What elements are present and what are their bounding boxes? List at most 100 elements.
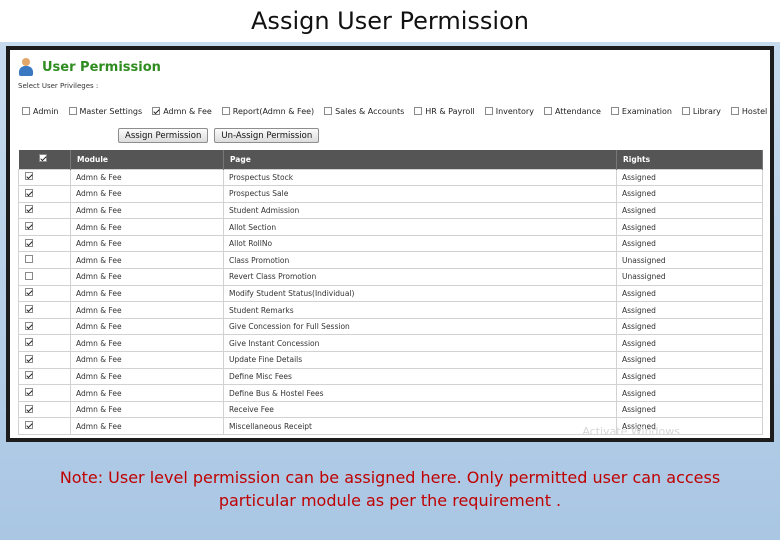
cell-page: Miscellaneous Receipt bbox=[223, 417, 617, 435]
privileges-checkbox-group: Admin Master Settings Admn & Fee Report(Adm… bbox=[22, 104, 770, 118]
row-checkbox[interactable] bbox=[25, 404, 33, 413]
row-checkbox[interactable] bbox=[25, 371, 33, 380]
privilege-label: Report(Admn & Fee) bbox=[232, 106, 315, 116]
privilege-label: Sales & Accounts bbox=[335, 106, 405, 116]
cell-rights: Assigned bbox=[616, 384, 763, 402]
privilege-option[interactable]: Library bbox=[681, 107, 721, 116]
privilege-label: HR & Payroll bbox=[425, 106, 475, 116]
row-select-cell bbox=[18, 234, 71, 253]
row-checkbox[interactable] bbox=[25, 354, 33, 363]
privilege-option[interactable]: Admn & Fee bbox=[152, 107, 212, 116]
table-row[interactable]: Admn & Fee Revert Class Promotion Unassign… bbox=[18, 268, 763, 286]
cell-rights: Assigned bbox=[616, 400, 763, 419]
row-select-cell bbox=[18, 284, 71, 303]
privilege-checkbox[interactable] bbox=[221, 107, 230, 115]
privilege-option[interactable]: Hostel bbox=[730, 107, 767, 116]
slide-title: Assign User Permission bbox=[251, 7, 529, 35]
cell-rights: Assigned bbox=[616, 218, 763, 236]
privilege-checkbox[interactable] bbox=[610, 107, 619, 115]
cell-module: Admn & Fee bbox=[70, 367, 224, 386]
select-all-checkbox[interactable] bbox=[38, 154, 47, 163]
table-row[interactable]: Admn & Fee Define Misc Fees Assigned bbox=[18, 367, 763, 386]
privilege-label: Inventory bbox=[495, 106, 534, 116]
table-row[interactable]: Admn & Fee Update Fine Details Assigned bbox=[18, 351, 763, 369]
privilege-option[interactable]: Examination bbox=[610, 106, 672, 116]
table-row[interactable]: Admn & Fee Give Concession for Full Sessi… bbox=[18, 317, 763, 336]
privilege-option[interactable]: Master Settings bbox=[68, 106, 143, 116]
privilege-checkbox[interactable] bbox=[152, 107, 161, 115]
row-select-cell bbox=[18, 367, 71, 386]
table-row[interactable]: Admn & Fee Class Promotion Unassigned bbox=[18, 251, 763, 270]
cell-module: Admn & Fee bbox=[70, 168, 224, 187]
assign-permission-button[interactable]: Assign Permission bbox=[118, 128, 209, 143]
table-row[interactable]: Admn & Fee Modify Student Status(Individu… bbox=[18, 284, 763, 303]
cell-page: Prospectus Sale bbox=[223, 185, 617, 203]
table-row[interactable]: Admn & Fee Prospectus Stock Assigned bbox=[18, 168, 763, 187]
privilege-label: Admn & Fee bbox=[163, 106, 212, 116]
cell-page: Modify Student Status(Individual) bbox=[223, 284, 617, 303]
cell-module: Admn & Fee bbox=[70, 301, 224, 319]
table-row[interactable]: Admn & Fee Student Remarks Assigned bbox=[18, 301, 763, 319]
row-checkbox[interactable] bbox=[25, 288, 33, 297]
privilege-checkbox[interactable] bbox=[730, 107, 739, 115]
privilege-option[interactable]: Report(Admn & Fee) bbox=[221, 106, 315, 116]
unassign-permission-button[interactable]: Un-Assign Permission bbox=[214, 128, 320, 143]
table-row[interactable]: Admn & Fee Allot RollNo Assigned bbox=[18, 234, 763, 253]
cell-page: Student Remarks bbox=[223, 301, 617, 319]
privileges-label: Select User Privileges : bbox=[18, 82, 99, 90]
privilege-checkbox[interactable] bbox=[484, 107, 493, 115]
row-checkbox[interactable] bbox=[25, 271, 33, 280]
row-checkbox[interactable] bbox=[25, 388, 33, 397]
privilege-option[interactable]: Sales & Accounts bbox=[324, 107, 404, 116]
select-all-header bbox=[18, 150, 71, 169]
cell-rights: Assigned bbox=[616, 334, 763, 353]
privilege-option[interactable]: HR & Payroll bbox=[414, 106, 475, 116]
privilege-label: Examination bbox=[621, 106, 672, 116]
row-checkbox[interactable] bbox=[25, 421, 33, 430]
privilege-checkbox[interactable] bbox=[68, 107, 77, 115]
row-select-cell bbox=[18, 384, 71, 402]
row-checkbox[interactable] bbox=[25, 321, 33, 330]
row-checkbox[interactable] bbox=[25, 238, 33, 247]
privilege-label: Attendance bbox=[554, 106, 601, 116]
privilege-label: Master Settings bbox=[79, 106, 143, 116]
privilege-option[interactable]: Inventory bbox=[484, 106, 534, 116]
cell-page: Class Promotion bbox=[223, 251, 617, 270]
cell-rights: Assigned bbox=[616, 301, 763, 319]
privilege-option[interactable]: Admin bbox=[22, 107, 59, 116]
table-row[interactable]: Admn & Fee Student Admission Assigned bbox=[18, 201, 763, 220]
cell-module: Admn & Fee bbox=[70, 334, 224, 353]
cell-page: Allot RollNo bbox=[223, 234, 617, 253]
table-row[interactable]: Admn & Fee Give Instant Concession Assigne… bbox=[18, 334, 763, 353]
row-checkbox[interactable] bbox=[25, 305, 33, 314]
row-checkbox[interactable] bbox=[25, 205, 33, 214]
privilege-checkbox[interactable] bbox=[543, 107, 552, 115]
row-checkbox[interactable] bbox=[25, 172, 33, 181]
cell-rights: Assigned bbox=[616, 284, 763, 303]
cell-page: Prospectus Stock bbox=[223, 168, 617, 187]
privilege-checkbox[interactable] bbox=[414, 107, 423, 115]
row-checkbox[interactable] bbox=[25, 338, 33, 347]
row-checkbox[interactable] bbox=[25, 255, 33, 264]
action-buttons: Assign Permission Un-Assign Permission bbox=[118, 128, 325, 143]
permission-table: Module Page Rights Admn & Fee Prospectus … bbox=[18, 150, 763, 435]
table-row[interactable]: Admn & Fee Prospectus Sale Assigned bbox=[18, 185, 763, 203]
row-checkbox[interactable] bbox=[25, 222, 33, 231]
cell-page: Define Bus & Hostel Fees bbox=[223, 384, 617, 402]
cell-rights: Assigned bbox=[616, 317, 763, 336]
cell-module: Admn & Fee bbox=[70, 234, 224, 253]
table-row[interactable]: Admn & Fee Allot Section Assigned bbox=[18, 218, 763, 236]
privilege-option[interactable]: Attendance bbox=[543, 106, 601, 116]
cell-page: Revert Class Promotion bbox=[223, 268, 617, 286]
row-checkbox[interactable] bbox=[25, 188, 33, 197]
table-row[interactable]: Admn & Fee Receive Fee Assigned bbox=[18, 400, 763, 419]
row-select-cell bbox=[18, 417, 71, 435]
page-title: User Permission bbox=[42, 59, 161, 75]
table-row[interactable]: Admn & Fee Define Bus & Hostel Fees Assign… bbox=[18, 384, 763, 402]
cell-module: Admn & Fee bbox=[70, 284, 224, 303]
row-select-cell bbox=[18, 251, 71, 270]
privilege-checkbox[interactable] bbox=[324, 107, 333, 115]
cell-rights: Assigned bbox=[616, 201, 763, 220]
privilege-checkbox[interactable] bbox=[681, 107, 690, 115]
privilege-checkbox[interactable] bbox=[22, 107, 30, 115]
